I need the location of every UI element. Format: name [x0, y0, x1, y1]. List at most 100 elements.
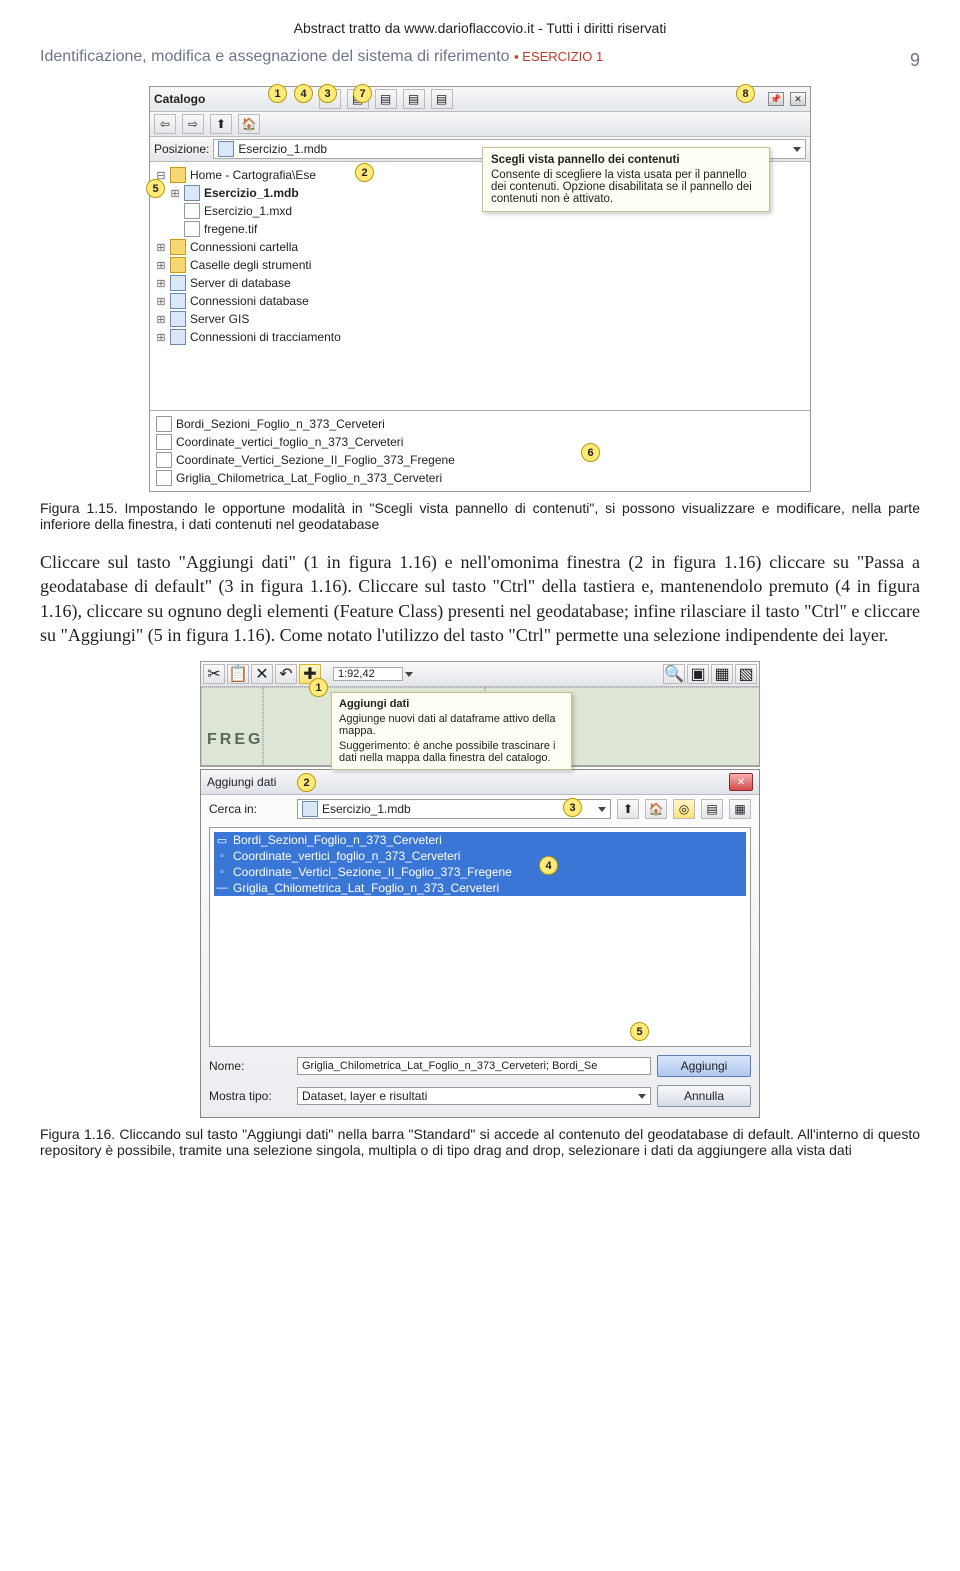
tool-button[interactable]: ✕ — [251, 664, 273, 684]
bubble-8: 8 — [736, 84, 755, 103]
position-label: Posizione: — [154, 142, 209, 156]
tree-item[interactable]: ⊞Connessioni database — [156, 292, 804, 310]
content-list[interactable]: 6 Bordi_Sezioni_Foglio_n_373_Cerveteri C… — [150, 410, 810, 491]
tool-button[interactable]: 📋 — [227, 664, 249, 684]
default-db-button[interactable]: ◎ — [673, 799, 695, 819]
bubble-2: 2 — [355, 163, 374, 182]
bubble-7: 7 — [353, 84, 372, 103]
home-button[interactable]: 🏠 — [645, 799, 667, 819]
catalog-panel: 1 4 3 7 8 5 2 Catalogo ▾ ▤ ▤ ▤ ▤ 📌 ✕ ⇦ ⇨… — [149, 86, 811, 492]
tool-button[interactable]: ▧ — [735, 664, 757, 684]
point-icon: ◦ — [215, 865, 229, 879]
tree-item[interactable]: ⊞Connessioni cartella — [156, 238, 804, 256]
figure-caption-1: Figura 1.15. Impostando le opportune mod… — [40, 500, 920, 532]
list-item[interactable]: Coordinate_Vertici_Sezione_II_Foglio_373… — [156, 451, 804, 469]
chevron-down-icon[interactable] — [638, 1094, 646, 1099]
bubble-1: 1 — [268, 84, 287, 103]
name-field[interactable]: Griglia_Chilometrica_Lat_Foglio_n_373_Ce… — [297, 1057, 651, 1075]
add-data-screenshot: 1 ✂ 📋 ✕ ↶ ✚ 1:92,42 🔍 ▣ ▦ ▧ FREG Aggiung… — [200, 661, 760, 1118]
point-icon — [156, 452, 172, 468]
search-value: Esercizio_1.mdb — [322, 802, 411, 816]
bubble-3: 3 — [318, 84, 337, 103]
file-icon — [184, 203, 200, 219]
body-paragraph: Cliccare sul tasto "Aggiungi dati" (1 in… — [40, 550, 920, 647]
bubble-6: 6 — [581, 443, 600, 462]
tree-item[interactable]: ⊞Caselle degli strumenti — [156, 256, 804, 274]
up-button[interactable]: ⬆ — [210, 114, 232, 134]
list-view-button[interactable]: ▤ — [701, 799, 723, 819]
folder-icon — [170, 167, 186, 183]
tool-button[interactable]: ▦ — [711, 664, 733, 684]
close-icon[interactable]: ✕ — [790, 92, 806, 106]
database-icon — [302, 801, 318, 817]
arcmap-toolbar-area: 1 ✂ 📋 ✕ ↶ ✚ 1:92,42 🔍 ▣ ▦ ▧ FREG Aggiung… — [200, 661, 760, 767]
tooltip: Scegli vista pannello dei contenuti Cons… — [482, 147, 770, 212]
tooltip: Aggiungi dati Aggiunge nuovi dati al dat… — [331, 692, 572, 770]
list-item[interactable]: ▭Bordi_Sezioni_Foglio_n_373_Cerveteri — [214, 832, 746, 848]
chevron-down-icon[interactable] — [405, 672, 413, 677]
db-conn-icon — [170, 293, 186, 309]
map-label: FREG — [207, 731, 263, 749]
showtype-dropdown[interactable]: Dataset, layer e risultati — [297, 1087, 651, 1105]
tree-item[interactable]: ⊞Server GIS — [156, 310, 804, 328]
tree-item[interactable]: ⊞Server di database — [156, 274, 804, 292]
close-button[interactable]: ✕ — [729, 773, 753, 791]
list-item[interactable]: ◦Coordinate_vertici_foglio_n_373_Cervete… — [214, 848, 746, 864]
back-button[interactable]: ⇦ — [154, 114, 176, 134]
section-title: Identificazione, modifica e assegnazione… — [40, 48, 510, 65]
toolbar-button[interactable]: ▤ — [403, 89, 425, 109]
details-button[interactable]: ▦ — [729, 799, 751, 819]
position-value: Esercizio_1.mdb — [238, 142, 327, 156]
gis-server-icon — [170, 311, 186, 327]
add-button[interactable]: Aggiungi — [657, 1055, 751, 1077]
server-icon — [170, 275, 186, 291]
name-label: Nome: — [209, 1059, 291, 1073]
source-line: Abstract tratto da www.darioflaccovio.it… — [40, 20, 920, 36]
tooltip-title: Scegli vista pannello dei contenuti — [491, 154, 761, 166]
tool-button[interactable]: ✂ — [203, 664, 225, 684]
list-item[interactable]: Griglia_Chilometrica_Lat_Foglio_n_373_Ce… — [156, 469, 804, 487]
tree-item[interactable]: fregene.tif — [156, 220, 804, 238]
point-icon: ◦ — [215, 849, 229, 863]
tool-button[interactable]: 🔍 — [663, 664, 685, 684]
chevron-down-icon[interactable] — [598, 807, 606, 812]
exercise-label: ESERCIZIO 1 — [522, 49, 603, 64]
undo-button[interactable]: ↶ — [275, 664, 297, 684]
list-item[interactable]: Bordi_Sezioni_Foglio_n_373_Cerveteri — [156, 415, 804, 433]
scale-field[interactable]: 1:92,42 — [333, 667, 403, 681]
bubble-4: 4 — [294, 84, 313, 103]
chevron-down-icon[interactable] — [793, 147, 801, 152]
tooltip-body: Consente di scegliere la vista usata per… — [491, 169, 752, 205]
tree-item[interactable]: ⊞Connessioni di tracciamento — [156, 328, 804, 346]
section-heading: Identificazione, modifica e assegnazione… — [40, 48, 920, 66]
home-button[interactable]: 🏠 — [238, 114, 260, 134]
showtype-value: Dataset, layer e risultati — [302, 1089, 427, 1103]
toolbar-button[interactable]: ▤ — [431, 89, 453, 109]
tool-button[interactable]: ▣ — [687, 664, 709, 684]
tooltip-title: Aggiungi dati — [339, 698, 409, 710]
panel-title: Catalogo — [154, 92, 205, 106]
line-icon — [156, 470, 172, 486]
database-icon — [184, 185, 200, 201]
pin-icon[interactable]: 📌 — [768, 92, 784, 106]
list-item[interactable]: —Griglia_Chilometrica_Lat_Foglio_n_373_C… — [214, 880, 746, 896]
toolbar-button[interactable]: ▤ — [375, 89, 397, 109]
file-list[interactable]: ▭Bordi_Sezioni_Foglio_n_373_Cerveteri ◦C… — [209, 827, 751, 1047]
raster-icon — [184, 221, 200, 237]
dialog-title: Aggiungi dati — [207, 775, 276, 789]
folder-icon — [170, 239, 186, 255]
line-icon: — — [215, 881, 229, 895]
list-item[interactable]: ◦Coordinate_Vertici_Sezione_II_Foglio_37… — [214, 864, 746, 880]
cancel-button[interactable]: Annulla — [657, 1085, 751, 1107]
page-number: 9 — [910, 50, 920, 71]
polygon-icon: ▭ — [215, 833, 229, 847]
toolbox-icon — [170, 257, 186, 273]
bubble-5: 5 — [146, 179, 165, 198]
list-item[interactable]: Coordinate_vertici_foglio_n_373_Cerveter… — [156, 433, 804, 451]
tooltip-line: Suggerimento: è anche possibile trascina… — [339, 740, 564, 764]
figure-caption-2: Figura 1.16. Cliccando sul tasto "Aggiun… — [40, 1126, 920, 1158]
fwd-button[interactable]: ⇨ — [182, 114, 204, 134]
polygon-icon — [156, 416, 172, 432]
tooltip-line: Aggiunge nuovi dati al dataframe attivo … — [339, 713, 564, 737]
up-button[interactable]: ⬆ — [617, 799, 639, 819]
